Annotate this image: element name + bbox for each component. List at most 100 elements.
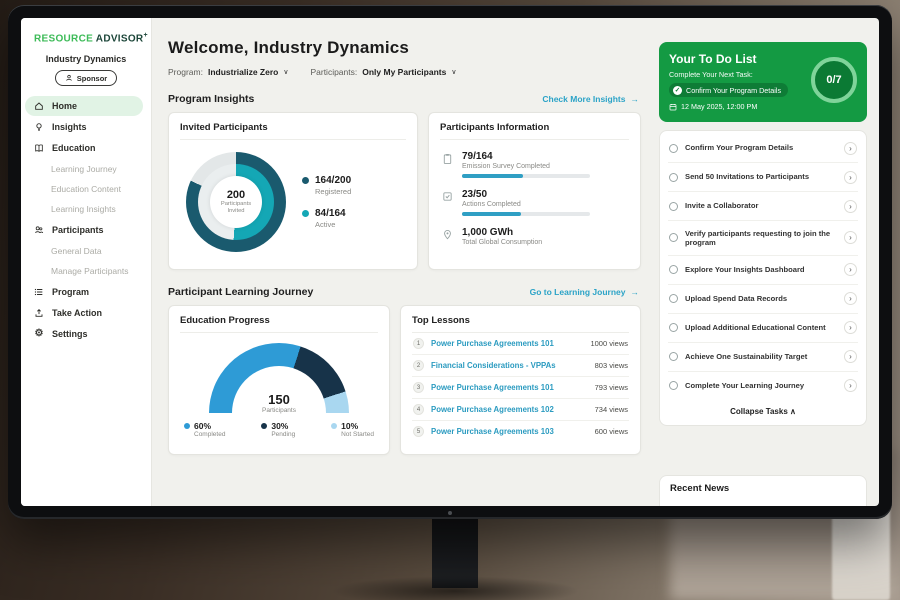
sponsor-badge[interactable]: Sponsor — [55, 70, 117, 86]
todo-subtitle: Complete Your Next Task: — [669, 70, 805, 79]
task-checkbox[interactable] — [669, 323, 678, 332]
lesson-rank: 4 — [413, 404, 424, 415]
invited-total: 200 — [227, 189, 245, 201]
lesson-rank: 5 — [413, 426, 424, 437]
calendar-icon — [669, 103, 677, 111]
task-checkbox[interactable] — [669, 381, 678, 390]
lessons-card-title: Top Lessons — [412, 315, 629, 333]
emission-survey-row: 79/164 Emission Survey Completed — [440, 151, 629, 178]
task-label: Upload Spend Data Records — [685, 294, 837, 303]
lesson-rank: 3 — [413, 382, 424, 393]
next-task-chip[interactable]: ✓ Confirm Your Program Details — [669, 83, 788, 97]
lesson-link[interactable]: Power Purchase Agreements 101 — [431, 339, 583, 348]
chevron-right-icon[interactable]: › — [844, 263, 857, 276]
chevron-right-icon[interactable]: › — [844, 321, 857, 334]
task-checkbox[interactable] — [669, 352, 678, 361]
task-row-upload-educational-content[interactable]: Upload Additional Educational Content › — [668, 314, 858, 343]
sidebar-item-education-content[interactable]: Education Content — [21, 179, 151, 199]
sidebar-item-learning-insights[interactable]: Learning Insights — [21, 199, 151, 219]
location-pin-icon — [440, 229, 454, 241]
sidebar-item-label: Education — [52, 143, 96, 153]
chevron-right-icon[interactable]: › — [844, 379, 857, 392]
task-checkbox[interactable] — [669, 144, 678, 153]
task-checkbox[interactable] — [669, 202, 678, 211]
due-date: 12 May 2025, 12:00 PM — [669, 102, 805, 111]
lesson-rank: 2 — [413, 360, 424, 371]
chevron-right-icon[interactable]: › — [844, 171, 857, 184]
pending-dot — [261, 423, 267, 429]
arrow-right-icon: → — [631, 287, 640, 297]
task-row-complete-learning-journey[interactable]: Complete Your Learning Journey › — [668, 372, 858, 400]
chevron-right-icon[interactable]: › — [844, 231, 857, 244]
task-row-send-invitations[interactable]: Send 50 Invitations to Participants › — [668, 163, 858, 192]
lightbulb-icon — [33, 122, 45, 132]
lesson-link[interactable]: Power Purchase Agreements 103 — [431, 427, 588, 436]
task-row-explore-insights[interactable]: Explore Your Insights Dashboard › — [668, 256, 858, 285]
home-icon — [33, 101, 45, 111]
sidebar-item-learning-journey[interactable]: Learning Journey — [21, 159, 151, 179]
lesson-views: 600 views — [595, 427, 628, 436]
chevron-right-icon[interactable]: › — [844, 200, 857, 213]
link-label: Check More Insights — [542, 94, 625, 104]
legend-active: 84/164 Active — [302, 208, 351, 229]
task-row-invite-collaborator[interactable]: Invite a Collaborator › — [668, 192, 858, 221]
education-card-title: Education Progress — [180, 315, 378, 333]
registered-value: 164/200 — [315, 175, 351, 186]
task-row-verify-participants[interactable]: Verify participants requesting to join t… — [668, 221, 858, 256]
not-started-label: Not Started — [341, 431, 374, 438]
go-to-learning-journey-link[interactable]: Go to Learning Journey → — [530, 287, 639, 297]
link-label: Go to Learning Journey — [530, 287, 626, 297]
completed-dot — [184, 423, 190, 429]
task-row-confirm-program[interactable]: Confirm Your Program Details › — [668, 134, 858, 163]
consumption-value: 1,000 GWh — [462, 227, 542, 238]
people-icon — [33, 225, 45, 235]
consumption-row: 1,000 GWh Total Global Consumption — [440, 227, 629, 246]
todo-task-list: Confirm Your Program Details › Send 50 I… — [659, 130, 867, 426]
task-row-upload-spend-data[interactable]: Upload Spend Data Records › — [668, 285, 858, 314]
collapse-label: Collapse Tasks — [730, 407, 788, 416]
task-row-achieve-target[interactable]: Achieve One Sustainability Target › — [668, 343, 858, 372]
chevron-right-icon[interactable]: › — [844, 142, 857, 155]
sidebar-item-general-data[interactable]: General Data — [21, 241, 151, 261]
task-label: Upload Additional Educational Content — [685, 323, 837, 332]
emission-survey-label: Emission Survey Completed — [462, 163, 590, 170]
lesson-link[interactable]: Power Purchase Agreements 102 — [431, 405, 588, 414]
lesson-link[interactable]: Power Purchase Agreements 101 — [431, 383, 588, 392]
sidebar-item-take-action[interactable]: Take Action — [21, 303, 143, 323]
education-progress-card: Education Progress 150 Participants — [168, 305, 390, 455]
collapse-tasks-link[interactable]: Collapse Tasks ∧ — [668, 400, 858, 421]
lesson-row: 2 Financial Considerations - VPPAs 803 v… — [412, 355, 629, 377]
not-started-pct: 10% — [341, 421, 374, 431]
participants-filter[interactable]: Participants: Only My Participants ∨ — [310, 67, 456, 77]
gauge-center: 150 Participants — [209, 392, 349, 414]
sidebar-item-manage-participants[interactable]: Manage Participants — [21, 261, 151, 281]
sidebar-item-label: Home — [52, 101, 77, 111]
actions-completed-row: 23/50 Actions Completed — [440, 189, 629, 216]
task-checkbox[interactable] — [669, 173, 678, 182]
task-label: Send 50 Invitations to Participants — [685, 172, 837, 181]
task-checkbox[interactable] — [669, 294, 678, 303]
chevron-right-icon[interactable]: › — [844, 350, 857, 363]
insights-cards-row: Invited Participants 200 Participants In… — [168, 112, 641, 270]
check-more-insights-link[interactable]: Check More Insights → — [542, 94, 639, 104]
chevron-right-icon[interactable]: › — [844, 292, 857, 305]
task-checkbox[interactable] — [669, 233, 678, 242]
task-checkbox[interactable] — [669, 265, 678, 274]
sidebar-item-program[interactable]: Program — [21, 282, 143, 302]
legend-registered: 164/200 Registered — [302, 175, 351, 196]
sidebar-item-home[interactable]: Home — [25, 96, 143, 116]
sidebar-item-insights[interactable]: Insights — [21, 117, 143, 137]
task-label: Invite a Collaborator — [685, 201, 837, 210]
check-square-icon — [440, 191, 454, 202]
lesson-views: 793 views — [595, 383, 628, 392]
sidebar-item-education[interactable]: Education — [21, 138, 143, 158]
lesson-link[interactable]: Financial Considerations - VPPAs — [431, 361, 588, 370]
sidebar-item-participants[interactable]: Participants — [21, 220, 143, 240]
pending-label: Pending — [271, 431, 295, 438]
program-filter[interactable]: Program: Industrialize Zero ∨ — [168, 67, 288, 77]
lesson-rank: 1 — [413, 338, 424, 349]
emission-survey-progress-fill — [462, 174, 523, 178]
lesson-row: 5 Power Purchase Agreements 103 600 view… — [412, 421, 629, 442]
sidebar-item-settings[interactable]: ⚙ Settings — [21, 324, 143, 344]
program-insights-title: Program Insights — [168, 93, 254, 105]
